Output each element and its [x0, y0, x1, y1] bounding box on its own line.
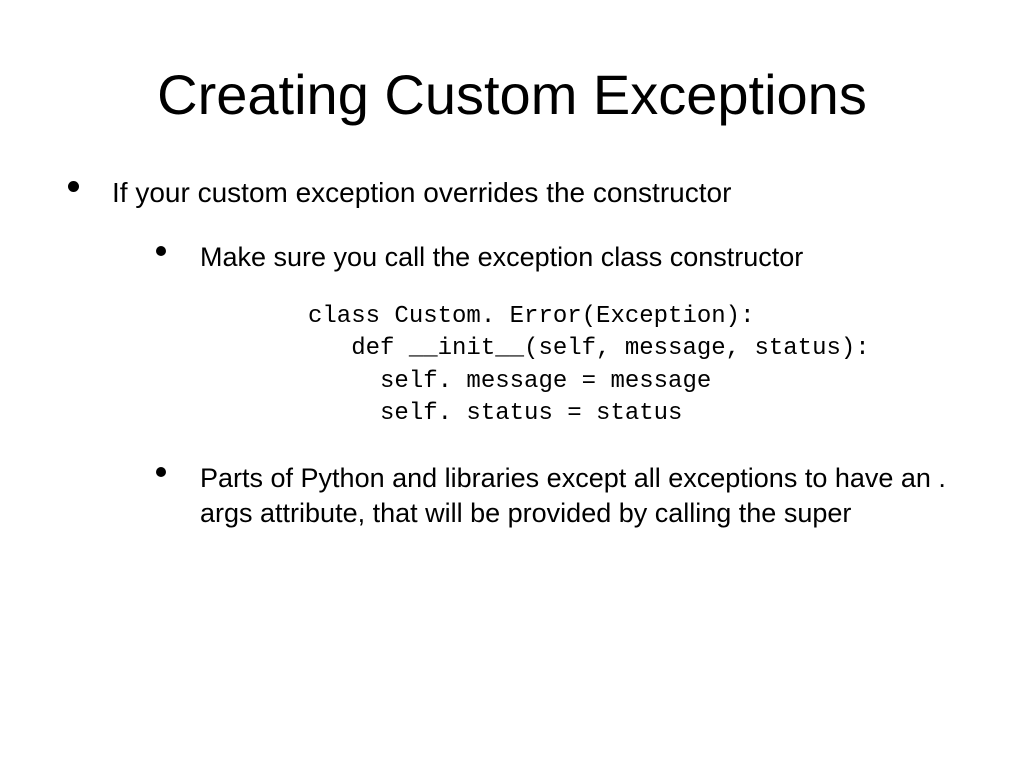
- bullet-icon: [156, 246, 166, 256]
- bullet-text: If your custom exception overrides the c…: [112, 175, 964, 210]
- list-item: Make sure you call the exception class c…: [152, 240, 964, 431]
- list-item: If your custom exception overrides the c…: [60, 175, 964, 531]
- slide-content: If your custom exception overrides the c…: [0, 127, 1024, 531]
- bullet-icon: [68, 181, 79, 192]
- list-item: Parts of Python and libraries except all…: [152, 461, 964, 531]
- bullet-list-level-2: Make sure you call the exception class c…: [112, 240, 964, 531]
- slide-title: Creating Custom Exceptions: [0, 0, 1024, 127]
- bullet-text: Make sure you call the exception class c…: [200, 240, 964, 275]
- bullet-icon: [156, 467, 166, 477]
- bullet-list-level-1: If your custom exception overrides the c…: [60, 175, 964, 531]
- slide: Creating Custom Exceptions If your custo…: [0, 0, 1024, 768]
- code-snippet: class Custom. Error(Exception): def __in…: [308, 301, 964, 431]
- bullet-text: Parts of Python and libraries except all…: [200, 461, 964, 531]
